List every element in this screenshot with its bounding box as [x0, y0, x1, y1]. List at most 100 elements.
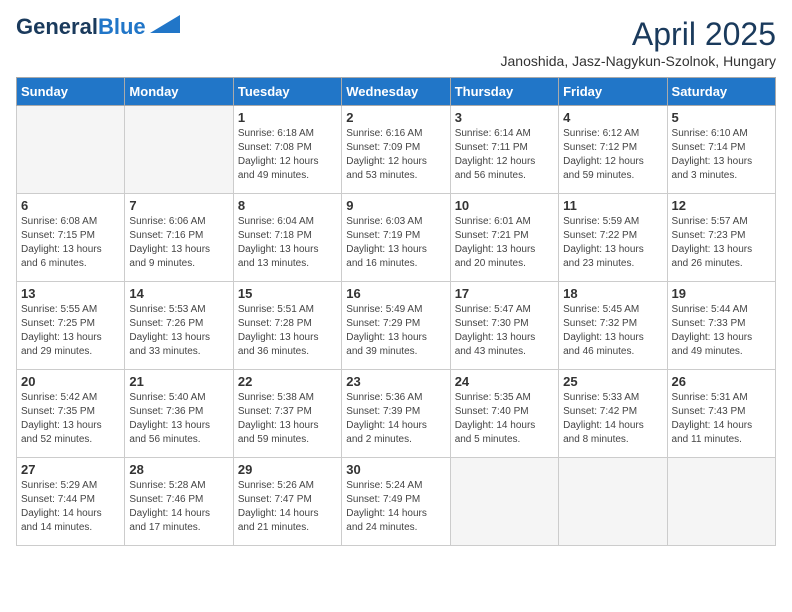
day-info: Sunrise: 5:49 AMSunset: 7:29 PMDaylight:… [346, 303, 445, 359]
calendar-day-cell: 26Sunrise: 5:31 AMSunset: 7:43 PMDayligh… [667, 370, 775, 458]
day-number: 7 [129, 198, 228, 213]
day-info: Sunrise: 6:04 AMSunset: 7:18 PMDaylight:… [238, 215, 337, 271]
day-info: Sunrise: 6:10 AMSunset: 7:14 PMDaylight:… [672, 127, 771, 183]
day-info: Sunrise: 6:18 AMSunset: 7:08 PMDaylight:… [238, 127, 337, 183]
calendar-day-cell [667, 458, 775, 546]
logo-icon [150, 15, 180, 33]
day-number: 13 [21, 286, 120, 301]
day-info: Sunrise: 5:57 AMSunset: 7:23 PMDaylight:… [672, 215, 771, 271]
day-of-week-header: Friday [559, 78, 667, 106]
logo: GeneralBlue [16, 16, 180, 38]
calendar: SundayMondayTuesdayWednesdayThursdayFrid… [16, 77, 776, 546]
day-number: 24 [455, 374, 554, 389]
day-number: 30 [346, 462, 445, 477]
day-info: Sunrise: 5:36 AMSunset: 7:39 PMDaylight:… [346, 391, 445, 447]
day-number: 26 [672, 374, 771, 389]
day-of-week-header: Sunday [17, 78, 125, 106]
calendar-day-cell: 27 Sunrise: 5:29 AMSunset: 7:44 PMDayligh… [17, 458, 125, 546]
day-number: 5 [672, 110, 771, 125]
calendar-day-cell: 29Sunrise: 5:26 AMSunset: 7:47 PMDayligh… [233, 458, 341, 546]
day-of-week-header: Saturday [667, 78, 775, 106]
month-title: April 2025 [501, 16, 776, 53]
calendar-day-cell [125, 106, 233, 194]
calendar-day-cell: 11 Sunrise: 5:59 AMSunset: 7:22 PMDayligh… [559, 194, 667, 282]
day-info: Sunrise: 5:29 AMSunset: 7:44 PMDaylight:… [21, 479, 120, 535]
day-info: Sunrise: 5:33 AMSunset: 7:42 PMDaylight:… [563, 391, 662, 447]
calendar-day-cell: 23 Sunrise: 5:36 AMSunset: 7:39 PMDayligh… [342, 370, 450, 458]
calendar-day-cell: 18 Sunrise: 5:45 AMSunset: 7:32 PMDayligh… [559, 282, 667, 370]
day-number: 18 [563, 286, 662, 301]
day-number: 15 [238, 286, 337, 301]
calendar-week-row: 6Sunrise: 6:08 AMSunset: 7:15 PMDaylight… [17, 194, 776, 282]
header: GeneralBlue April 2025 Janoshida, Jasz-N… [16, 16, 776, 69]
day-number: 12 [672, 198, 771, 213]
day-info: Sunrise: 5:59 AMSunset: 7:22 PMDaylight:… [563, 215, 662, 271]
day-number: 17 [455, 286, 554, 301]
day-info: Sunrise: 6:12 AMSunset: 7:12 PMDaylight:… [563, 127, 662, 183]
day-number: 10 [455, 198, 554, 213]
day-number: 25 [563, 374, 662, 389]
calendar-day-cell: 14 Sunrise: 5:53 AMSunset: 7:26 PMDayligh… [125, 282, 233, 370]
day-info: Sunrise: 5:45 AMSunset: 7:32 PMDaylight:… [563, 303, 662, 359]
calendar-week-row: 13Sunrise: 5:55 AMSunset: 7:25 PMDayligh… [17, 282, 776, 370]
day-info: Sunrise: 6:08 AMSunset: 7:15 PMDaylight:… [21, 215, 120, 271]
day-of-week-header: Monday [125, 78, 233, 106]
calendar-day-cell: 1 Sunrise: 6:18 AMSunset: 7:08 PMDaylight… [233, 106, 341, 194]
day-info: Sunrise: 6:01 AMSunset: 7:21 PMDaylight:… [455, 215, 554, 271]
day-number: 16 [346, 286, 445, 301]
day-of-week-header: Tuesday [233, 78, 341, 106]
day-info: Sunrise: 6:16 AMSunset: 7:09 PMDaylight:… [346, 127, 445, 183]
location-subtitle: Janoshida, Jasz-Nagykun-Szolnok, Hungary [501, 53, 776, 69]
calendar-day-cell: 21Sunrise: 5:40 AMSunset: 7:36 PMDayligh… [125, 370, 233, 458]
day-number: 1 [238, 110, 337, 125]
calendar-day-cell: 10 Sunrise: 6:01 AMSunset: 7:21 PMDayligh… [450, 194, 558, 282]
day-info: Sunrise: 5:24 AMSunset: 7:49 PMDaylight:… [346, 479, 445, 535]
calendar-day-cell: 6Sunrise: 6:08 AMSunset: 7:15 PMDaylight… [17, 194, 125, 282]
day-of-week-header: Wednesday [342, 78, 450, 106]
calendar-day-cell: 8 Sunrise: 6:04 AMSunset: 7:18 PMDaylight… [233, 194, 341, 282]
day-number: 8 [238, 198, 337, 213]
day-info: Sunrise: 6:06 AMSunset: 7:16 PMDaylight:… [129, 215, 228, 271]
day-number: 2 [346, 110, 445, 125]
day-info: Sunrise: 5:51 AMSunset: 7:28 PMDaylight:… [238, 303, 337, 359]
calendar-day-cell: 25 Sunrise: 5:33 AMSunset: 7:42 PMDayligh… [559, 370, 667, 458]
calendar-day-cell: 2 Sunrise: 6:16 AMSunset: 7:09 PMDaylight… [342, 106, 450, 194]
day-number: 14 [129, 286, 228, 301]
calendar-day-cell: 12 Sunrise: 5:57 AMSunset: 7:23 PMDayligh… [667, 194, 775, 282]
calendar-day-cell: 22 Sunrise: 5:38 AMSunset: 7:37 PMDayligh… [233, 370, 341, 458]
day-number: 4 [563, 110, 662, 125]
calendar-day-cell [17, 106, 125, 194]
day-info: Sunrise: 5:44 AMSunset: 7:33 PMDaylight:… [672, 303, 771, 359]
day-number: 20 [21, 374, 120, 389]
day-number: 9 [346, 198, 445, 213]
days-of-week-header: SundayMondayTuesdayWednesdayThursdayFrid… [17, 78, 776, 106]
calendar-day-cell: 30 Sunrise: 5:24 AMSunset: 7:49 PMDayligh… [342, 458, 450, 546]
day-number: 27 [21, 462, 120, 477]
calendar-week-row: 1 Sunrise: 6:18 AMSunset: 7:08 PMDaylight… [17, 106, 776, 194]
calendar-day-cell: 3Sunrise: 6:14 AMSunset: 7:11 PMDaylight… [450, 106, 558, 194]
calendar-day-cell: 28Sunrise: 5:28 AMSunset: 7:46 PMDayligh… [125, 458, 233, 546]
calendar-day-cell: 5 Sunrise: 6:10 AMSunset: 7:14 PMDaylight… [667, 106, 775, 194]
day-number: 21 [129, 374, 228, 389]
day-info: Sunrise: 5:47 AMSunset: 7:30 PMDaylight:… [455, 303, 554, 359]
day-info: Sunrise: 5:38 AMSunset: 7:37 PMDaylight:… [238, 391, 337, 447]
calendar-day-cell [559, 458, 667, 546]
day-of-week-header: Thursday [450, 78, 558, 106]
day-number: 23 [346, 374, 445, 389]
day-info: Sunrise: 5:53 AMSunset: 7:26 PMDaylight:… [129, 303, 228, 359]
day-number: 29 [238, 462, 337, 477]
calendar-day-cell: 13Sunrise: 5:55 AMSunset: 7:25 PMDayligh… [17, 282, 125, 370]
day-info: Sunrise: 6:14 AMSunset: 7:11 PMDaylight:… [455, 127, 554, 183]
day-number: 11 [563, 198, 662, 213]
calendar-day-cell: 19 Sunrise: 5:44 AMSunset: 7:33 PMDayligh… [667, 282, 775, 370]
day-number: 28 [129, 462, 228, 477]
calendar-day-cell: 9Sunrise: 6:03 AMSunset: 7:19 PMDaylight… [342, 194, 450, 282]
calendar-day-cell: 15 Sunrise: 5:51 AMSunset: 7:28 PMDayligh… [233, 282, 341, 370]
calendar-day-cell [450, 458, 558, 546]
calendar-day-cell: 16 Sunrise: 5:49 AMSunset: 7:29 PMDayligh… [342, 282, 450, 370]
day-info: Sunrise: 5:35 AMSunset: 7:40 PMDaylight:… [455, 391, 554, 447]
logo-text: GeneralBlue [16, 16, 146, 38]
calendar-day-cell: 24 Sunrise: 5:35 AMSunset: 7:40 PMDayligh… [450, 370, 558, 458]
day-number: 19 [672, 286, 771, 301]
day-number: 22 [238, 374, 337, 389]
